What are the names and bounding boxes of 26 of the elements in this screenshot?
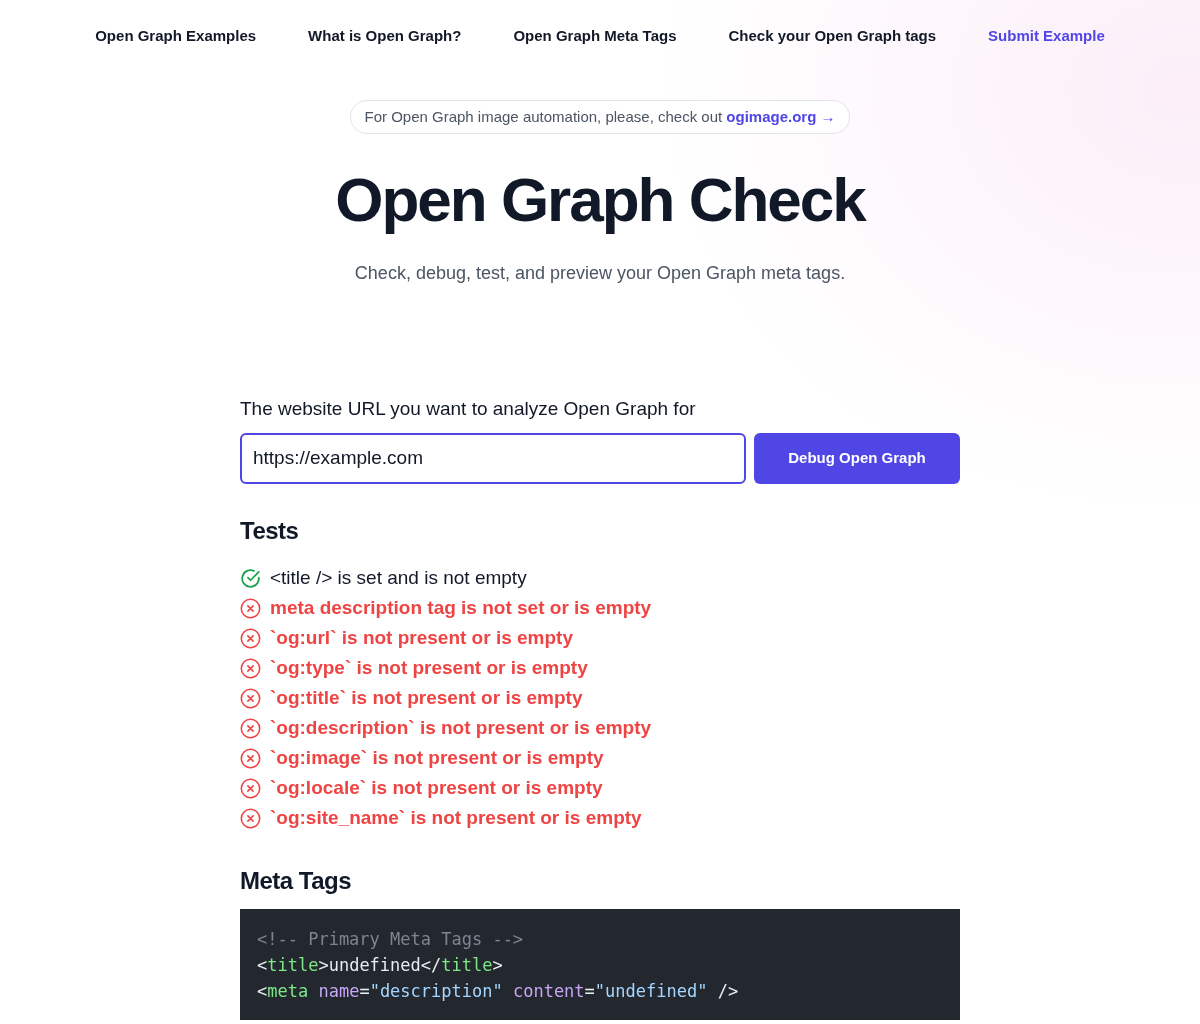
code-line: <title>undefined</title> — [257, 954, 504, 978]
section-heading: Meta Tags — [240, 867, 353, 897]
nav-link[interactable]: Open Graph Examples — [95, 25, 257, 48]
url-input[interactable]: https://example.com — [240, 432, 746, 484]
test-result: `og:site_name` is not present or is empty — [270, 806, 642, 831]
code-line: <!-- Primary Meta Tags --> — [257, 928, 525, 952]
nav-link[interactable]: Open Graph Meta Tags — [513, 25, 677, 48]
field-label: The website URL you want to analyze Open Graph for — [240, 397, 697, 422]
nav-link[interactable]: Submit Example — [988, 25, 1105, 48]
code-line: <meta name="description" content="undefined" /> — [257, 980, 740, 1004]
ogimage-link[interactable]: ogimage.org → — [726, 107, 836, 125]
test-result: `og:url` is not present or is empty — [270, 626, 573, 651]
announcement-text: For Open Graph image automation, please, check out ogimage.org → — [364, 106, 836, 127]
nav-link[interactable]: Check your Open Graph tags — [728, 25, 937, 48]
test-result: `og:image` is not present or is empty — [270, 746, 604, 771]
test-result: `og:type` is not present or is empty — [270, 656, 588, 681]
test-result: `og:description` is not present or is empty — [270, 716, 652, 741]
test-result: `og:title` is not present or is empty — [270, 686, 583, 711]
test-result: meta description tag is not set or is empty — [270, 596, 652, 621]
page-title: Open Graph Check — [334, 166, 867, 235]
test-result: `og:locale` is not present or is empty — [270, 776, 603, 801]
page-subtitle: Check, debug, test, and preview your Open Graph meta tags. — [353, 262, 847, 286]
section-heading: Tests — [240, 516, 300, 546]
debug-button[interactable]: Debug Open Graph — [754, 432, 960, 484]
nav-link[interactable]: What is Open Graph? — [308, 25, 462, 48]
test-result: <title /> is set and is not empty — [270, 566, 527, 591]
